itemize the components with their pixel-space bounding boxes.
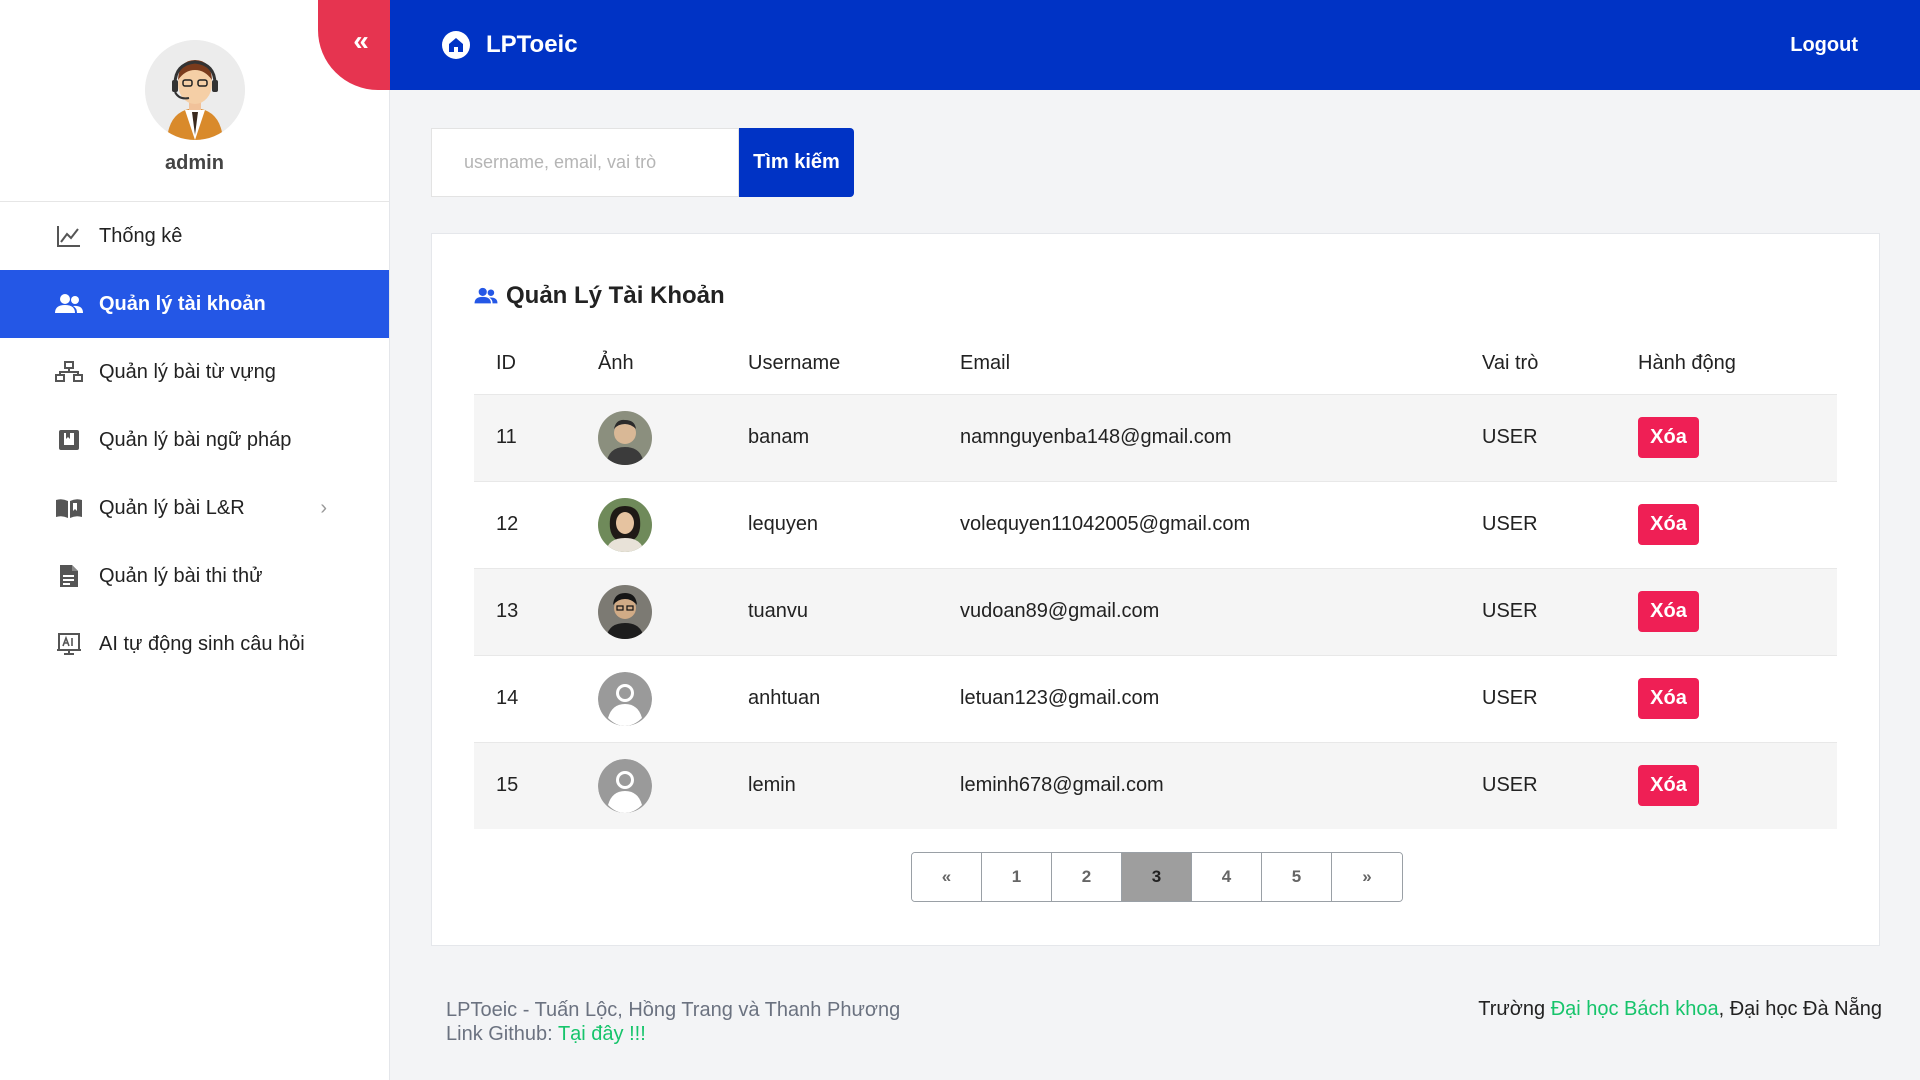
table-header-row: ID Ảnh Username Email Vai trò Hành động <box>474 334 1837 394</box>
footer-credits: LPToeic - Tuấn Lộc, Hồng Trang và Thanh … <box>446 998 900 1046</box>
table-row: 13 tuanvu vudoan89@gmail.com USER Xóa <box>474 567 1837 655</box>
pagination-page-current[interactable]: 3 <box>1122 853 1192 901</box>
user-photo-avatar <box>598 584 652 639</box>
cell-role: USER <box>1460 393 1616 481</box>
accounts-card: Quản Lý Tài Khoản ID Ảnh Username Email … <box>431 233 1880 946</box>
school-prefix: Trường <box>1478 998 1551 1020</box>
sidebar-item-grammar[interactable]: Quản lý bài ngữ pháp <box>0 406 389 474</box>
cell-username: tuanvu <box>726 567 938 655</box>
sidebar-item-vocabulary[interactable]: Quản lý bài từ vựng <box>0 338 389 406</box>
sidebar-item-mock-tests[interactable]: Quản lý bài thi thử <box>0 542 389 610</box>
delete-button[interactable]: Xóa <box>1638 591 1699 632</box>
column-header-role: Vai trò <box>1482 352 1539 375</box>
delete-button[interactable]: Xóa <box>1638 504 1699 545</box>
cell-role: USER <box>1460 741 1616 829</box>
accounts-table: ID Ảnh Username Email Vai trò Hành động … <box>474 334 1837 829</box>
sidebar-item-label: Quản lý tài khoản <box>99 292 266 315</box>
cell-username: banam <box>726 393 938 481</box>
column-header-username: Username <box>748 352 841 375</box>
pagination: « 1 2 3 4 5 » <box>911 852 1403 902</box>
delete-button[interactable]: Xóa <box>1638 678 1699 719</box>
pagination-page[interactable]: 4 <box>1192 853 1262 901</box>
logout-button[interactable]: Logout <box>1790 34 1858 57</box>
table-row: 11 banam namnguyenba148@gmail.com USER X… <box>474 393 1837 481</box>
cell-email: volequyen11042005@gmail.com <box>938 480 1460 568</box>
school-suffix: , Đại học Đà Nẵng <box>1718 998 1882 1020</box>
pagination-page[interactable]: 5 <box>1262 853 1332 901</box>
sitemap-icon <box>55 358 83 386</box>
sidebar-item-label: Quản lý bài L&R <box>99 496 245 519</box>
cell-id: 13 <box>474 567 576 655</box>
default-avatar-icon <box>598 671 652 726</box>
column-header-avatar: Ảnh <box>598 352 634 375</box>
chevron-right-icon: › <box>320 496 327 519</box>
footer-school: Trường Đại học Bách khoa, Đại học Đà Nẵn… <box>1478 998 1882 1021</box>
delete-button[interactable]: Xóa <box>1638 765 1699 807</box>
pagination-page[interactable]: 2 <box>1052 853 1122 901</box>
cell-username: lequyen <box>726 480 938 568</box>
table-row: 15 lemin leminh678@gmail.com USER Xóa <box>474 741 1837 829</box>
pagination-prev[interactable]: « <box>912 853 982 901</box>
cell-id: 12 <box>474 480 576 568</box>
sidebar-item-statistics[interactable]: Thống kê <box>0 202 389 270</box>
sidebar-item-ai-generator[interactable]: AI tự động sinh câu hỏi <box>0 610 389 678</box>
brand-name: LPToeic <box>486 31 578 58</box>
github-link[interactable]: Tại đây !!! <box>558 1023 646 1045</box>
cell-id: 15 <box>474 741 576 829</box>
search-input[interactable] <box>431 128 739 197</box>
user-photo-avatar <box>598 497 652 552</box>
card-title: Quản Lý Tài Khoản <box>474 282 725 310</box>
cell-email: vudoan89@gmail.com <box>938 567 1460 655</box>
column-header-id: ID <box>496 352 516 375</box>
document-icon <box>55 562 83 590</box>
sidebar-item-label: Quản lý bài ngữ pháp <box>99 428 292 451</box>
cell-email: letuan123@gmail.com <box>938 654 1460 742</box>
pagination-page[interactable]: 1 <box>982 853 1052 901</box>
sidebar-item-listening-reading[interactable]: Quản lý bài L&R › <box>0 474 389 542</box>
footer-authors: LPToeic - Tuấn Lộc, Hồng Trang và Thanh … <box>446 999 901 1021</box>
admin-name: admin <box>165 152 224 174</box>
table-row: 14 anhtuan letuan123@gmail.com USER Xóa <box>474 654 1837 742</box>
sidebar-item-accounts[interactable]: Quản lý tài khoản <box>0 270 389 338</box>
school-link[interactable]: Đại học Bách khoa <box>1551 998 1719 1020</box>
sidebar-menu: Thống kê Quản lý tài khoản Quản lý bài t… <box>0 202 389 678</box>
footer-github-line: Link Github: Tại đây !!! <box>446 1022 900 1046</box>
sidebar-item-label: Quản lý bài từ vựng <box>99 360 276 383</box>
ai-board-icon <box>55 630 83 658</box>
user-photo-avatar <box>598 410 652 465</box>
users-icon <box>55 290 83 318</box>
double-chevron-left-icon: « <box>353 25 369 56</box>
cell-email: leminh678@gmail.com <box>938 741 1460 829</box>
github-label: Link Github: <box>446 1023 558 1045</box>
delete-button[interactable]: Xóa <box>1638 417 1699 458</box>
pagination-next[interactable]: » <box>1332 853 1402 901</box>
default-avatar-icon <box>598 758 652 813</box>
cell-role: USER <box>1460 654 1616 742</box>
sidebar-item-label: Thống kê <box>99 224 183 247</box>
brand[interactable]: LPToeic <box>442 31 578 59</box>
cell-email: namnguyenba148@gmail.com <box>938 393 1460 481</box>
sidebar: admin Thống kê Quản lý tài khoản Quản lý… <box>0 0 390 1080</box>
cell-id: 14 <box>474 654 576 742</box>
table-row: 12 lequyen volequyen11042005@gmail.com U… <box>474 480 1837 568</box>
top-header: LPToeic Logout <box>390 0 1920 90</box>
cell-role: USER <box>1460 480 1616 568</box>
cell-username: lemin <box>726 741 938 829</box>
open-book-icon <box>55 494 83 522</box>
column-header-action: Hành động <box>1638 352 1736 375</box>
search-button[interactable]: Tìm kiếm <box>739 128 854 197</box>
chart-line-icon <box>55 222 83 250</box>
search-bar: Tìm kiếm <box>431 128 854 197</box>
column-header-email: Email <box>960 352 1011 375</box>
book-square-icon <box>55 426 83 454</box>
users-icon <box>474 287 498 305</box>
sidebar-item-label: Quản lý bài thi thử <box>99 564 263 587</box>
page-title: Quản Lý Tài Khoản <box>506 282 725 309</box>
cell-role: USER <box>1460 567 1616 655</box>
cell-username: anhtuan <box>726 654 938 742</box>
sidebar-item-label: AI tự động sinh câu hỏi <box>99 632 305 655</box>
home-icon <box>442 31 470 59</box>
admin-avatar <box>144 40 245 140</box>
cell-id: 11 <box>474 393 576 481</box>
